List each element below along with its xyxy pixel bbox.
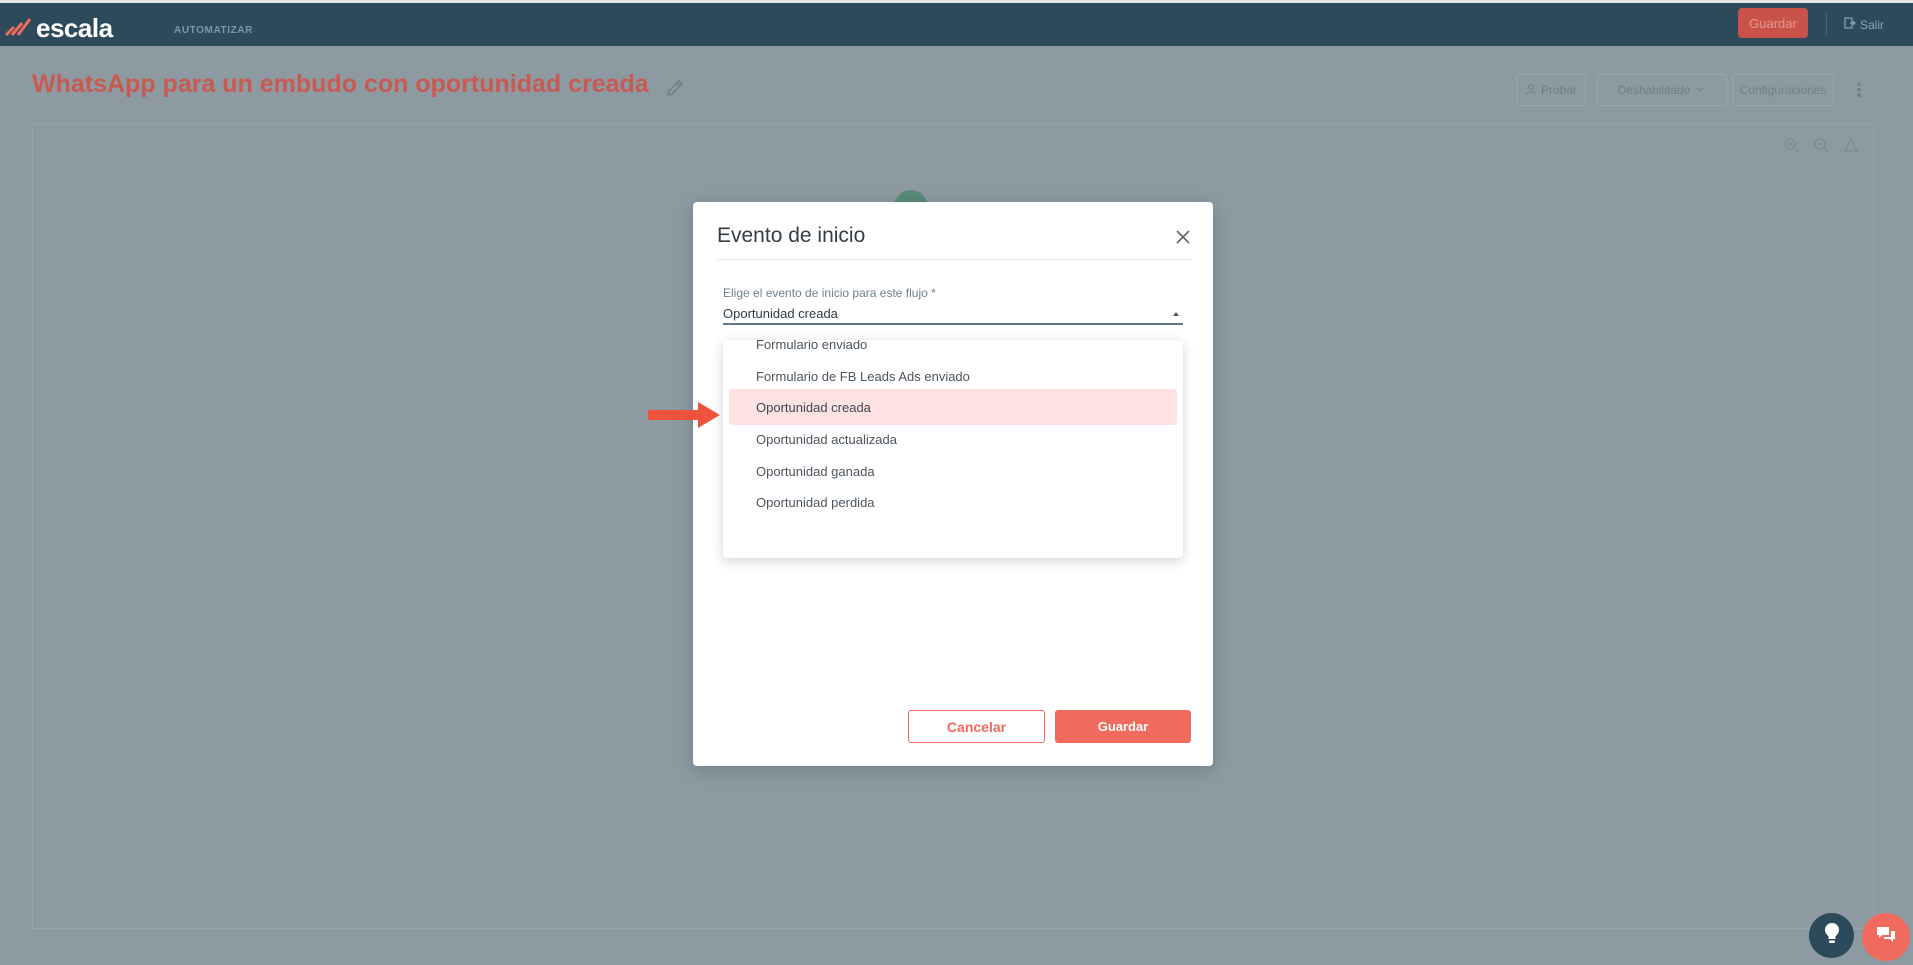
- pencil-icon[interactable]: [664, 77, 686, 99]
- chat-icon: [1874, 923, 1898, 952]
- user-icon: [1525, 83, 1537, 98]
- dropdown-option-selected[interactable]: Oportunidad creada: [729, 389, 1177, 425]
- exit-label: Salir: [1860, 17, 1885, 32]
- nav-item-automatizar[interactable]: AUTOMATIZAR: [174, 25, 253, 36]
- select-underline: [723, 323, 1183, 325]
- fit-view-icon[interactable]: [1843, 137, 1859, 153]
- top-save-button[interactable]: Guardar: [1738, 8, 1808, 38]
- dropdown-option[interactable]: Oportunidad perdida: [729, 484, 1177, 520]
- start-event-field-label: Elige el evento de inicio para este fluj…: [723, 286, 936, 300]
- exit-button[interactable]: Salir: [1844, 17, 1884, 32]
- caret-up-icon[interactable]: [1169, 307, 1183, 319]
- start-event-select[interactable]: Oportunidad creada: [723, 306, 838, 321]
- chevron-down-icon: [1694, 83, 1706, 98]
- close-icon[interactable]: [1172, 226, 1194, 248]
- tips-button[interactable]: [1809, 913, 1854, 958]
- top-bar: escala AUTOMATIZAR Guardar Salir: [0, 0, 1913, 46]
- modal-divider: [717, 259, 1191, 260]
- page-title: WhatsApp para un embudo con oportunidad …: [32, 70, 649, 98]
- arrow-right-icon: [648, 400, 720, 430]
- zoom-in-icon[interactable]: [1783, 137, 1799, 153]
- test-button-label: Probar: [1540, 83, 1578, 97]
- top-divider: [1826, 13, 1827, 35]
- logo-text: escala: [36, 13, 113, 43]
- dropdown-option[interactable]: Oportunidad actualizada: [729, 421, 1177, 457]
- zoom-out-icon[interactable]: [1813, 137, 1829, 153]
- config-button[interactable]: Configuraciones: [1732, 74, 1834, 106]
- chat-button[interactable]: [1862, 913, 1910, 961]
- start-event-modal: Evento de inicio Elige el evento de inic…: [693, 202, 1213, 766]
- exit-icon: [1844, 17, 1856, 32]
- dropdown-option-partial[interactable]: Formulario enviado: [756, 340, 867, 352]
- cancel-button[interactable]: Cancelar: [908, 710, 1045, 743]
- test-button[interactable]: Probar: [1516, 74, 1586, 106]
- logo[interactable]: escala: [4, 13, 113, 44]
- save-button[interactable]: Guardar: [1055, 710, 1191, 743]
- lightbulb-icon: [1820, 921, 1844, 950]
- start-event-dropdown[interactable]: Formulario enviado Formulario de FB Lead…: [723, 340, 1183, 558]
- more-options-button[interactable]: ⋮: [1846, 74, 1872, 106]
- canvas-tools: [1783, 137, 1859, 153]
- modal-title: Evento de inicio: [717, 224, 866, 247]
- logo-mark-icon: [4, 15, 32, 42]
- status-dropdown[interactable]: Deshabilitado: [1597, 74, 1727, 106]
- status-label: Deshabilitado: [1617, 83, 1691, 97]
